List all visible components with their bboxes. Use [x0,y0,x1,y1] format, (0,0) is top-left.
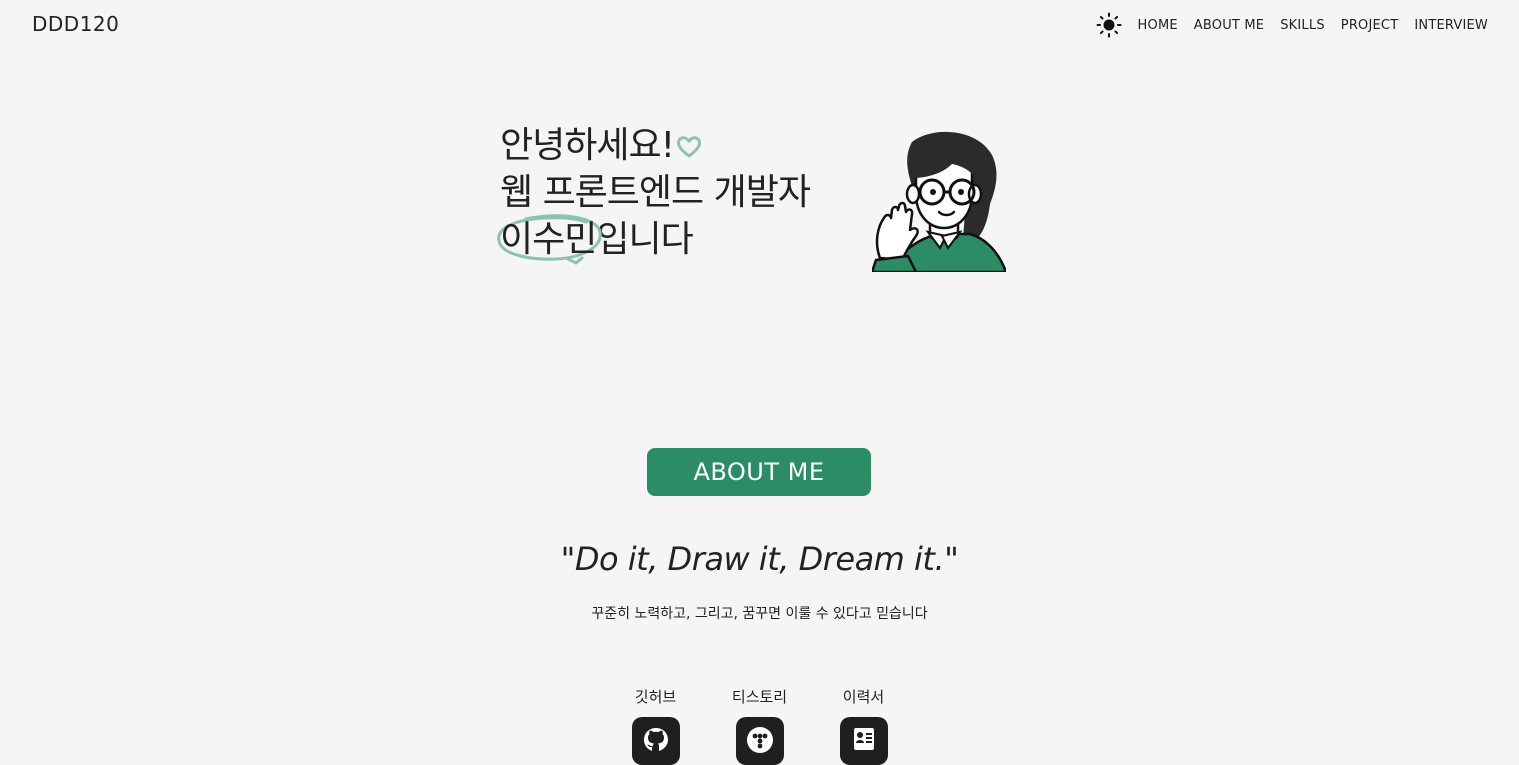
resume-icon[interactable] [839,717,888,765]
hero-name-wrap: 이수민 [497,214,602,265]
tistory-icon[interactable] [735,717,784,765]
motto-subtitle: 꾸준히 노력하고, 그리고, 꿈꾸면 이룰 수 있다고 믿습니다 [591,606,928,622]
tistory-glyph [746,727,773,753]
link-github-label: 깃허브 [634,688,677,706]
hero-line-3-suffix: 입니다 [596,219,693,260]
sun-icon [1096,12,1122,38]
nav-about-me[interactable]: ABOUT ME [1194,18,1264,33]
link-resume[interactable]: 이력서 [836,686,892,765]
link-tistory-label: 티스토리 [731,688,788,706]
nav-project[interactable]: PROJECT [1341,18,1399,33]
hero-line-3: 이수민 입니다 [497,214,810,265]
nav-skills[interactable]: SKILLS [1280,18,1325,33]
external-links: 깃허브 티스토리 이력서 [0,686,1519,765]
link-github[interactable]: 깃허브 [628,686,684,765]
heart-icon [677,136,702,158]
motto-quote: "Do it, Draw it, Dream it." [560,540,959,578]
site-header: DDD120 HOME ABOUT ME SKILLS PROJECT INTE… [0,0,1519,48]
hero-line-1: 안녕하세요! [500,122,810,169]
about-me-button[interactable]: ABOUT ME [647,448,871,496]
github-glyph [643,728,668,751]
hero-hello: 안녕하세요! [500,125,675,166]
hero-name: 이수민 [500,219,597,260]
nav-home[interactable]: HOME [1138,18,1178,33]
link-resume-label: 이력서 [842,688,885,706]
github-icon[interactable] [631,717,680,765]
hero-line-2: 웹 프론트엔드 개발자 [500,172,811,213]
theme-toggle-button[interactable] [1096,12,1122,38]
nav-interview[interactable]: INTERVIEW [1414,18,1488,33]
hero-section: 안녕하세요! 웹 프론트엔드 개발자 이수민 입니다 [497,122,1020,282]
resume-glyph [853,728,874,750]
developer-avatar-illustration [872,131,1006,272]
hero-greeting: 안녕하세요! 웹 프론트엔드 개발자 이수민 입니다 [497,122,811,265]
link-tistory[interactable]: 티스토리 [732,686,788,765]
main-nav: HOME ABOUT ME SKILLS PROJECT INTERVIEW [1096,12,1488,38]
site-logo[interactable]: DDD120 [32,12,119,36]
